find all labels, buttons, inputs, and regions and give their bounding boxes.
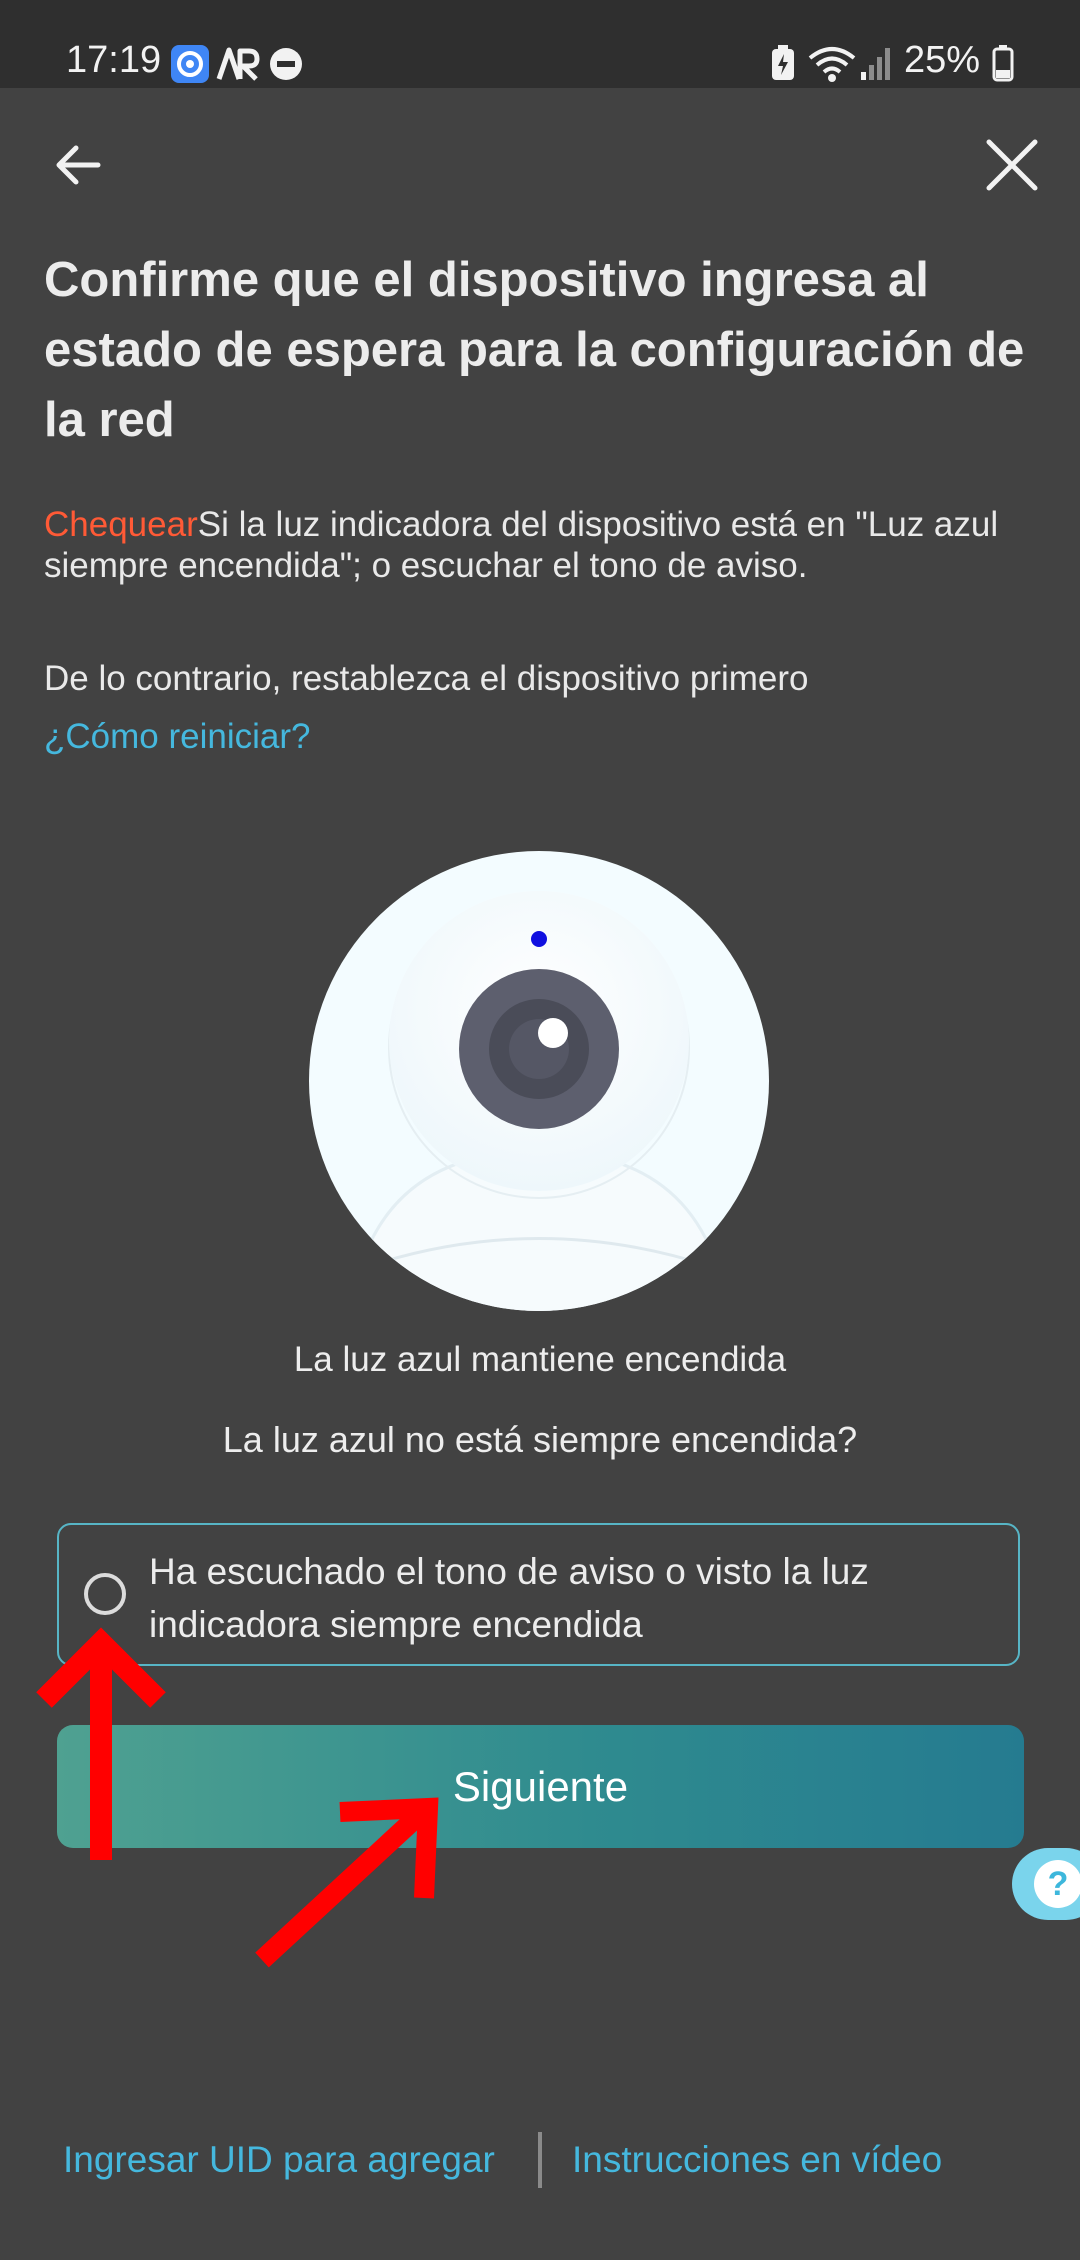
- ar-icon: [216, 46, 260, 87]
- next-button[interactable]: Siguiente: [57, 1725, 1024, 1848]
- confirm-option[interactable]: Ha escuchado el tono de aviso o visto la…: [57, 1523, 1020, 1666]
- camera-illustration: [309, 851, 769, 1311]
- instruction-highlight: Chequear: [44, 505, 198, 544]
- do-not-disturb-icon: [268, 46, 304, 87]
- confirm-radio[interactable]: [84, 1573, 126, 1615]
- arrow-left-icon: [52, 139, 104, 196]
- help-icon: ?: [1034, 1860, 1080, 1908]
- help-button[interactable]: ?: [1012, 1848, 1080, 1920]
- status-time: 17:19: [66, 39, 162, 81]
- webcam-icon: [348, 891, 730, 1311]
- screen: 17:19 25% Confirme que el dispositivo in…: [0, 0, 1080, 2260]
- battery-icon: [992, 44, 1014, 87]
- indicator-light-icon: [531, 931, 547, 947]
- wifi-icon: [808, 44, 856, 89]
- page-title: Confirme que el dispositivo ingresa al e…: [44, 253, 1025, 447]
- close-icon: [984, 137, 1040, 198]
- reset-link[interactable]: ¿Cómo reiniciar?: [44, 716, 1044, 757]
- video-instructions-link[interactable]: Instrucciones en vídeo: [572, 2138, 942, 2182]
- footer-divider: [538, 2132, 542, 2188]
- app-badge-icon: [170, 44, 210, 89]
- instruction-text: ChequearSi la luz indicadora del disposi…: [44, 504, 1044, 586]
- status-bar: 17:19 25%: [0, 0, 1080, 88]
- illustration-caption: La luz azul mantiene encendida: [293, 1340, 787, 1379]
- back-button[interactable]: [38, 127, 118, 207]
- signal-icon: [860, 46, 892, 87]
- battery-percent: 25%: [904, 39, 981, 81]
- battery-saver-icon: [770, 44, 796, 87]
- light-not-on-link[interactable]: La luz azul no está siempre encendida?: [0, 1418, 1080, 1462]
- confirm-option-label: Ha escuchado el tono de aviso o visto la…: [149, 1551, 869, 1645]
- otherwise-text: De lo contrario, restablezca el disposit…: [44, 659, 809, 698]
- close-button[interactable]: [972, 127, 1052, 207]
- enter-uid-link[interactable]: Ingresar UID para agregar: [63, 2138, 495, 2182]
